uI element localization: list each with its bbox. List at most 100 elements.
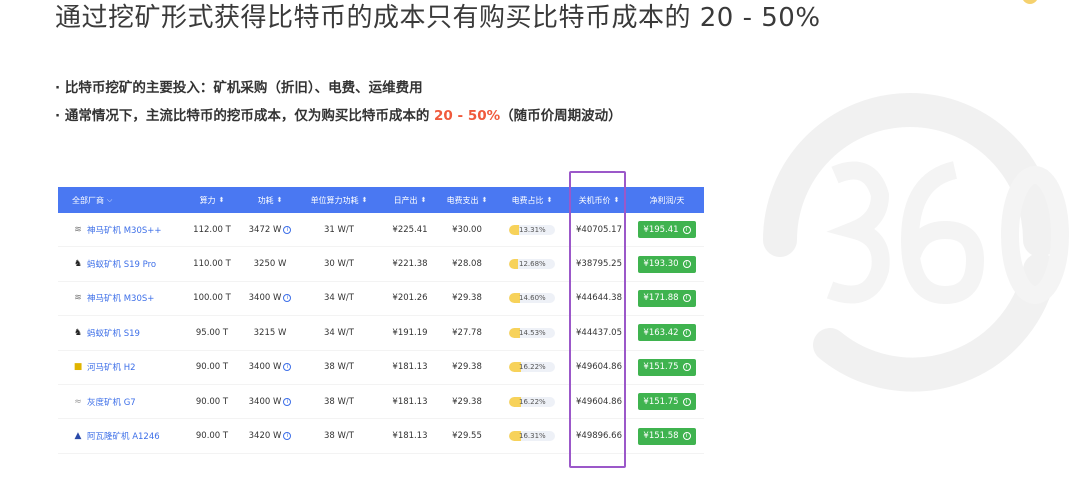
- header-label: 电费支出: [446, 195, 479, 205]
- header-label: 电费占比: [511, 195, 544, 205]
- electricity-cell: ¥29.55: [452, 431, 482, 442]
- power-value: 3400 W: [248, 396, 282, 407]
- net-profit-badge[interactable]: ¥151.75 i: [638, 358, 696, 376]
- electricity-cell: ¥29.38: [452, 293, 482, 304]
- hashrate-cell: 95.00 T: [195, 327, 229, 338]
- maker-name[interactable]: 灰度矿机 G7: [87, 396, 136, 408]
- maker-cell[interactable]: ≋ 神马矿机 M30S++: [58, 213, 180, 246]
- sort-icon: ⬍: [361, 196, 368, 204]
- efficiency-cell: 34 W/T: [324, 327, 354, 338]
- power-value: 3215 W: [253, 327, 287, 338]
- elec-ratio-bar: 16.31%: [509, 431, 555, 442]
- sort-icon: ⬍: [276, 196, 283, 204]
- sort-icon: ⬍: [481, 196, 488, 204]
- header-label: 功耗: [257, 195, 274, 205]
- maker-cell[interactable]: ■ 河马矿机 H2: [58, 351, 180, 384]
- header-label: 单位算力功耗: [310, 195, 359, 205]
- net-profit-badge[interactable]: ¥195.41 i: [638, 221, 696, 239]
- header-label: 日产出: [393, 195, 418, 205]
- info-icon: i: [682, 328, 691, 337]
- avalon-logo-icon: ▲: [74, 431, 82, 442]
- power-cell: 3215 W: [244, 316, 296, 349]
- maker-cell[interactable]: ♞ 蚂蚁矿机 S19 Pro: [58, 247, 180, 280]
- net-profit-badge[interactable]: ¥163.42 i: [638, 324, 696, 342]
- info-icon: i: [682, 225, 691, 234]
- bullet-text-suffix: （随币价周期波动）: [500, 108, 622, 124]
- power-cell: 3400 Wi: [244, 282, 296, 315]
- header-net-profit[interactable]: 净利润/天: [630, 187, 704, 213]
- power-value: 3250 W: [253, 259, 287, 270]
- elec-ratio-text: 13.31%: [519, 225, 546, 234]
- elec-ratio-text: 16.31%: [519, 432, 546, 441]
- hashrate-cell: 100.00 T: [193, 293, 231, 304]
- net-profit-cell: ¥163.42 i: [630, 316, 704, 349]
- header-power[interactable]: 功耗 ⬍: [244, 187, 296, 213]
- chevron-down-icon: ⌵: [107, 195, 113, 204]
- info-icon: i: [682, 363, 691, 372]
- elec-ratio-text: 16.22%: [519, 397, 546, 406]
- header-daily-output[interactable]: 日产出 ⬍: [382, 187, 438, 213]
- daily-output-cell: ¥221.38: [392, 259, 428, 270]
- net-profit-badge[interactable]: ¥151.58 i: [638, 427, 696, 445]
- header-label: 全部厂商: [72, 195, 104, 205]
- info-icon[interactable]: i: [283, 363, 292, 372]
- info-icon: i: [682, 397, 691, 406]
- net-profit-badge[interactable]: ¥193.30 i: [638, 255, 696, 273]
- elec-ratio-bar: 14.53%: [509, 327, 555, 338]
- info-icon[interactable]: i: [283, 397, 292, 406]
- power-value: 3400 W: [248, 293, 282, 304]
- maker-cell[interactable]: ♞ 蚂蚁矿机 S19: [58, 316, 180, 349]
- header-label: 算力: [199, 195, 216, 205]
- power-cell: 3250 W: [244, 247, 296, 280]
- info-icon: i: [682, 260, 691, 269]
- info-icon[interactable]: i: [283, 432, 292, 441]
- power-cell: 3400 Wi: [244, 351, 296, 384]
- header-elec-ratio[interactable]: 电费占比 ⬍: [496, 187, 568, 213]
- maker-cell[interactable]: ≋ 神马矿机 M30S+: [58, 282, 180, 315]
- header-electricity[interactable]: 电费支出 ⬍: [438, 187, 496, 213]
- sort-icon: ⬍: [546, 196, 553, 204]
- efficiency-cell: 38 W/T: [324, 396, 354, 407]
- net-profit-badge[interactable]: ¥171.88 i: [638, 289, 696, 307]
- info-icon[interactable]: i: [283, 294, 292, 303]
- header-efficiency[interactable]: 单位算力功耗 ⬍: [296, 187, 382, 213]
- hippo-logo-icon: ■: [73, 362, 83, 373]
- maker-name[interactable]: 神马矿机 M30S++: [87, 224, 162, 236]
- maker-name[interactable]: 阿瓦隆矿机 A1246: [87, 430, 160, 442]
- hashrate-cell: 90.00 T: [195, 362, 229, 373]
- header-maker-filter[interactable]: 全部厂商 ⌵: [58, 187, 180, 213]
- net-profit-cell: ¥195.41 i: [630, 213, 704, 246]
- elec-ratio-fill: [509, 259, 519, 270]
- daily-output-cell: ¥201.26: [392, 293, 428, 304]
- header-hashrate[interactable]: 算力 ⬍: [180, 187, 244, 213]
- elec-ratio-cell: 16.31%: [496, 419, 568, 452]
- power-cell: 3472 Wi: [244, 213, 296, 246]
- power-cell: 3420 Wi: [244, 419, 296, 452]
- efficiency-cell: 31 W/T: [324, 224, 354, 235]
- sort-icon: ⬍: [420, 196, 427, 204]
- info-icon[interactable]: i: [283, 225, 292, 234]
- maker-name[interactable]: 蚂蚁矿机 S19: [87, 327, 140, 339]
- daily-output-cell: ¥225.41: [392, 224, 428, 235]
- maker-cell[interactable]: ≈ 灰度矿机 G7: [58, 385, 180, 418]
- electricity-cell: ¥30.00: [452, 224, 482, 235]
- maker-name[interactable]: 神马矿机 M30S+: [87, 292, 154, 304]
- hashrate-cell: 90.00 T: [195, 431, 229, 442]
- elec-ratio-bar: 12.68%: [509, 259, 555, 270]
- net-profit-value: ¥171.88: [643, 293, 679, 304]
- elec-ratio-cell: 13.31%: [496, 213, 568, 246]
- elec-ratio-cell: 14.60%: [496, 282, 568, 315]
- net-profit-value: ¥193.30: [643, 259, 679, 270]
- antminer-logo-icon: ♞: [73, 259, 83, 270]
- maker-name[interactable]: 蚂蚁矿机 S19 Pro: [87, 258, 156, 270]
- maker-cell[interactable]: ▲ 阿瓦隆矿机 A1246: [58, 419, 180, 452]
- hashrate-cell: 90.00 T: [195, 396, 229, 407]
- corner-decoration: [1022, 0, 1038, 4]
- watermark-360-logo: [763, 93, 1069, 392]
- whatsminer-logo-icon: ≋: [74, 293, 82, 304]
- bullet-item: · 比特币挖矿的主要投入：矿机采购（折旧）、电费、运维费用: [55, 80, 622, 97]
- net-profit-badge[interactable]: ¥151.75 i: [638, 393, 696, 411]
- elec-ratio-bar: 14.60%: [509, 293, 555, 304]
- maker-name[interactable]: 河马矿机 H2: [87, 361, 136, 373]
- elec-ratio-fill: [509, 224, 519, 235]
